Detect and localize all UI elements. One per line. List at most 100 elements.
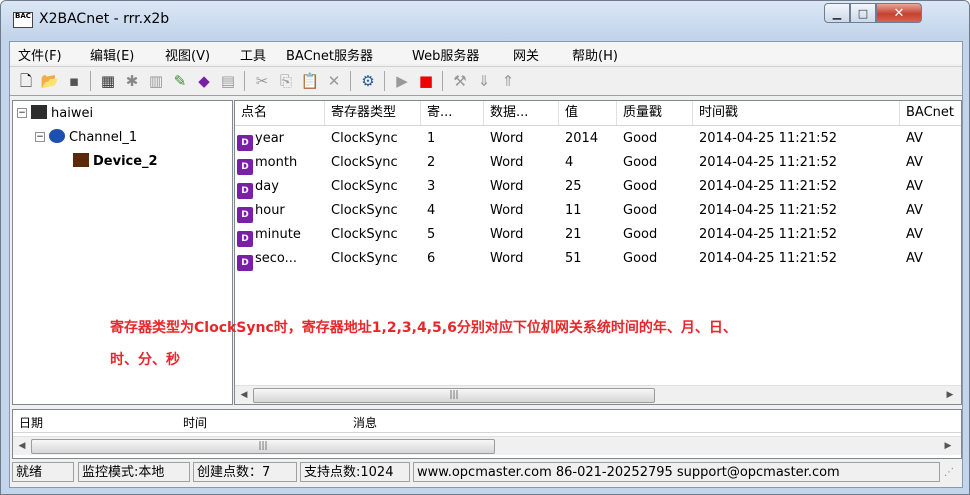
- scroll-right-icon[interactable]: ▶: [941, 439, 955, 453]
- menu-web-server[interactable]: Web服务器: [412, 45, 479, 64]
- add-device-icon[interactable]: ▦: [98, 71, 118, 91]
- properties-icon[interactable]: ▤: [218, 71, 238, 91]
- scroll-left-icon[interactable]: ◀: [15, 439, 29, 453]
- cell-text: AV: [906, 203, 923, 218]
- log-column-time[interactable]: 时间: [183, 414, 207, 431]
- title-bar[interactable]: BAC X2BACnet - rrr.x2b ▁ □ ✕: [1, 1, 969, 39]
- table-row[interactable]: Dyear ClockSync 1 Word 2014 Good 2014-04-25 11…: [235, 127, 961, 151]
- add-point-icon[interactable]: ◆: [194, 71, 214, 91]
- table-row[interactable]: Dminute ClockSync 5 Word 21 Good 2014-04-25 11…: [235, 223, 961, 247]
- maximize-button[interactable]: □: [850, 3, 876, 23]
- scroll-thumb[interactable]: |||: [31, 439, 495, 454]
- menu-file[interactable]: 文件(F): [18, 45, 62, 64]
- stop-icon[interactable]: ■: [416, 71, 436, 91]
- table-cell: Dyear: [235, 127, 325, 151]
- table-cell: AV: [900, 127, 961, 151]
- column-header[interactable]: 寄...: [421, 101, 484, 125]
- menu-help[interactable]: 帮助(H): [572, 45, 618, 64]
- cell-text: 2014-04-25 11:21:52: [699, 227, 838, 242]
- tree-channel-label: Channel_1: [69, 130, 138, 145]
- add-channel-icon[interactable]: ✱: [122, 71, 142, 91]
- table-cell: ClockSync: [325, 175, 421, 199]
- collapse-icon[interactable]: −: [17, 108, 27, 118]
- close-button[interactable]: ✕: [876, 3, 922, 23]
- minimize-button[interactable]: ▁: [824, 3, 850, 23]
- scroll-thumb[interactable]: |||: [253, 388, 655, 403]
- annotation-text: 寄存器类型为ClockSync时，寄存器地址1,2,3,4,5,6分别对应下位机…: [110, 317, 737, 337]
- table-cell: 4: [421, 199, 484, 223]
- cell-text: 25: [565, 179, 582, 194]
- open-folder-icon[interactable]: 📂: [40, 71, 60, 91]
- column-header[interactable]: 质量戳: [617, 101, 693, 125]
- menu-edit[interactable]: 编辑(E): [90, 45, 134, 64]
- table-row[interactable]: Dseco... ClockSync 6 Word 51 Good 2014-04-25 1…: [235, 247, 961, 271]
- horizontal-scrollbar[interactable]: ◀ ||| ▶: [235, 385, 961, 404]
- table-cell: Word: [484, 175, 559, 199]
- menu-bacnet-server[interactable]: BACnet服务器: [286, 45, 373, 64]
- load-icon[interactable]: ⇓: [474, 71, 494, 91]
- table-cell: ClockSync: [325, 247, 421, 271]
- status-ready: 就绪: [12, 462, 74, 482]
- table-cell: 2014: [559, 127, 617, 151]
- tree-root-label: haiwei: [51, 106, 94, 121]
- cell-text: Good: [623, 227, 658, 242]
- point-list[interactable]: 点名 寄存器类型 寄... 数据... 值 质量戳 时间戳 BACnet Dye…: [234, 100, 962, 405]
- cut-icon[interactable]: ✂: [252, 71, 272, 91]
- collapse-icon[interactable]: −: [35, 132, 45, 142]
- resize-grip-icon[interactable]: ⋰: [944, 467, 954, 478]
- cell-text: 21: [565, 227, 582, 242]
- tree-item-channel[interactable]: Channel_1: [49, 129, 137, 145]
- log-header: 日期 时间 消息: [13, 410, 961, 433]
- log-scrollbar[interactable]: ◀ ||| ▶: [13, 436, 961, 455]
- upload-icon[interactable]: ⇑: [498, 71, 518, 91]
- table-cell: Word: [484, 127, 559, 151]
- cell-text: Word: [490, 155, 524, 170]
- table-cell: Good: [617, 223, 693, 247]
- tree-item-device[interactable]: Device_2: [73, 153, 158, 169]
- column-header[interactable]: 值: [559, 101, 617, 125]
- cell-text: ClockSync: [331, 155, 398, 170]
- tools-icon[interactable]: ⚒: [450, 71, 470, 91]
- point-icon: D: [237, 159, 253, 175]
- column-header[interactable]: 数据...: [484, 101, 559, 125]
- copy-icon[interactable]: ⎘: [276, 71, 296, 91]
- table-cell: 2014-04-25 11:21:52: [693, 175, 900, 199]
- column-header[interactable]: BACnet: [900, 101, 961, 125]
- log-pane[interactable]: 日期 时间 消息 ◀ ||| ▶: [12, 409, 962, 459]
- column-header[interactable]: 时间戳: [693, 101, 900, 125]
- status-bar: 就绪 监控模式:本地 创建点数：7 支持点数:1024 www.opcmaste…: [10, 459, 962, 485]
- menu-gateway[interactable]: 网关: [513, 45, 539, 64]
- point-icon: D: [237, 231, 253, 247]
- table-row[interactable]: Dhour ClockSync 4 Word 11 Good 2014-04-25 11:2…: [235, 199, 961, 223]
- monitor-icon[interactable]: ⚙: [358, 71, 378, 91]
- add-group-icon[interactable]: ✎: [170, 71, 190, 91]
- menu-tools[interactable]: 工具: [240, 45, 266, 64]
- table-cell: Good: [617, 151, 693, 175]
- table-cell: 3: [421, 175, 484, 199]
- menu-view[interactable]: 视图(V): [165, 45, 210, 64]
- cell-text: 11: [565, 203, 582, 218]
- toolbar-separator: [90, 71, 91, 91]
- cell-text: Word: [490, 203, 524, 218]
- log-column-date[interactable]: 日期: [19, 414, 43, 431]
- new-file-icon[interactable]: 🗋: [16, 71, 36, 91]
- scroll-right-icon[interactable]: ▶: [943, 388, 957, 402]
- tree-item-haiwei[interactable]: haiwei: [31, 105, 93, 121]
- run-icon[interactable]: ▶: [392, 71, 412, 91]
- save-icon[interactable]: ▪: [64, 71, 84, 91]
- app-icon: BAC: [13, 12, 33, 28]
- paste-icon[interactable]: 📋: [300, 71, 320, 91]
- table-cell: Dmonth: [235, 151, 325, 175]
- column-header[interactable]: 点名: [235, 101, 325, 125]
- table-row[interactable]: Dmonth ClockSync 2 Word 4 Good 2014-04-25 11:2…: [235, 151, 961, 175]
- table-cell: Good: [617, 247, 693, 271]
- device-disabled-icon[interactable]: ▥: [146, 71, 166, 91]
- cell-text: Good: [623, 179, 658, 194]
- scroll-left-icon[interactable]: ◀: [237, 388, 251, 402]
- table-cell: AV: [900, 223, 961, 247]
- column-header[interactable]: 寄存器类型: [325, 101, 421, 125]
- delete-icon[interactable]: ✕: [324, 71, 344, 91]
- table-cell: Word: [484, 199, 559, 223]
- table-row[interactable]: Dday ClockSync 3 Word 25 Good 2014-04-25 11:21…: [235, 175, 961, 199]
- log-column-message[interactable]: 消息: [353, 414, 377, 431]
